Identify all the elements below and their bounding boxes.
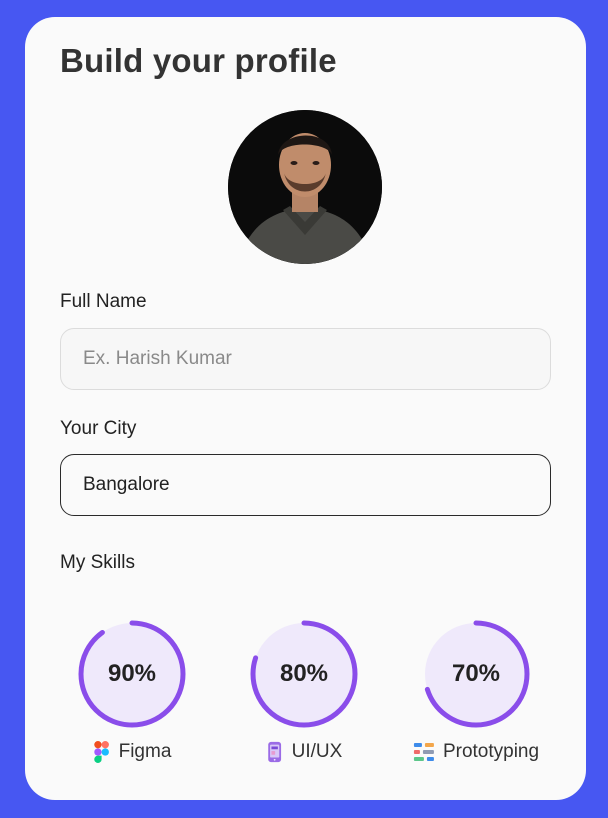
prototype-icon bbox=[413, 743, 434, 761]
skill-percent: 90% bbox=[107, 660, 157, 687]
skill-prototyping[interactable]: 70% Prototyping bbox=[413, 619, 539, 769]
city-label: Your City bbox=[60, 418, 137, 439]
city-input[interactable] bbox=[60, 454, 551, 516]
skill-name: UI/UX bbox=[291, 741, 343, 762]
skill-name: Figma bbox=[118, 741, 172, 762]
skill-percent: 80% bbox=[279, 660, 329, 687]
phone-design-icon bbox=[268, 741, 282, 763]
skill-percent: 70% bbox=[451, 660, 501, 687]
page-title: Build your profile bbox=[60, 42, 337, 79]
full-name-input[interactable] bbox=[60, 328, 551, 390]
skills-heading: My Skills bbox=[60, 552, 135, 573]
skill-name: Prototyping bbox=[442, 741, 540, 762]
profile-card: Build your profile Full Name Your City M… bbox=[25, 17, 586, 800]
avatar[interactable] bbox=[228, 110, 382, 264]
skill-figma[interactable]: 90% Figma bbox=[77, 619, 187, 769]
figma-icon bbox=[94, 741, 109, 763]
skill-uiux[interactable]: 80% UI/UX bbox=[249, 619, 359, 769]
full-name-label: Full Name bbox=[60, 291, 147, 312]
person-portrait-icon bbox=[228, 110, 382, 264]
